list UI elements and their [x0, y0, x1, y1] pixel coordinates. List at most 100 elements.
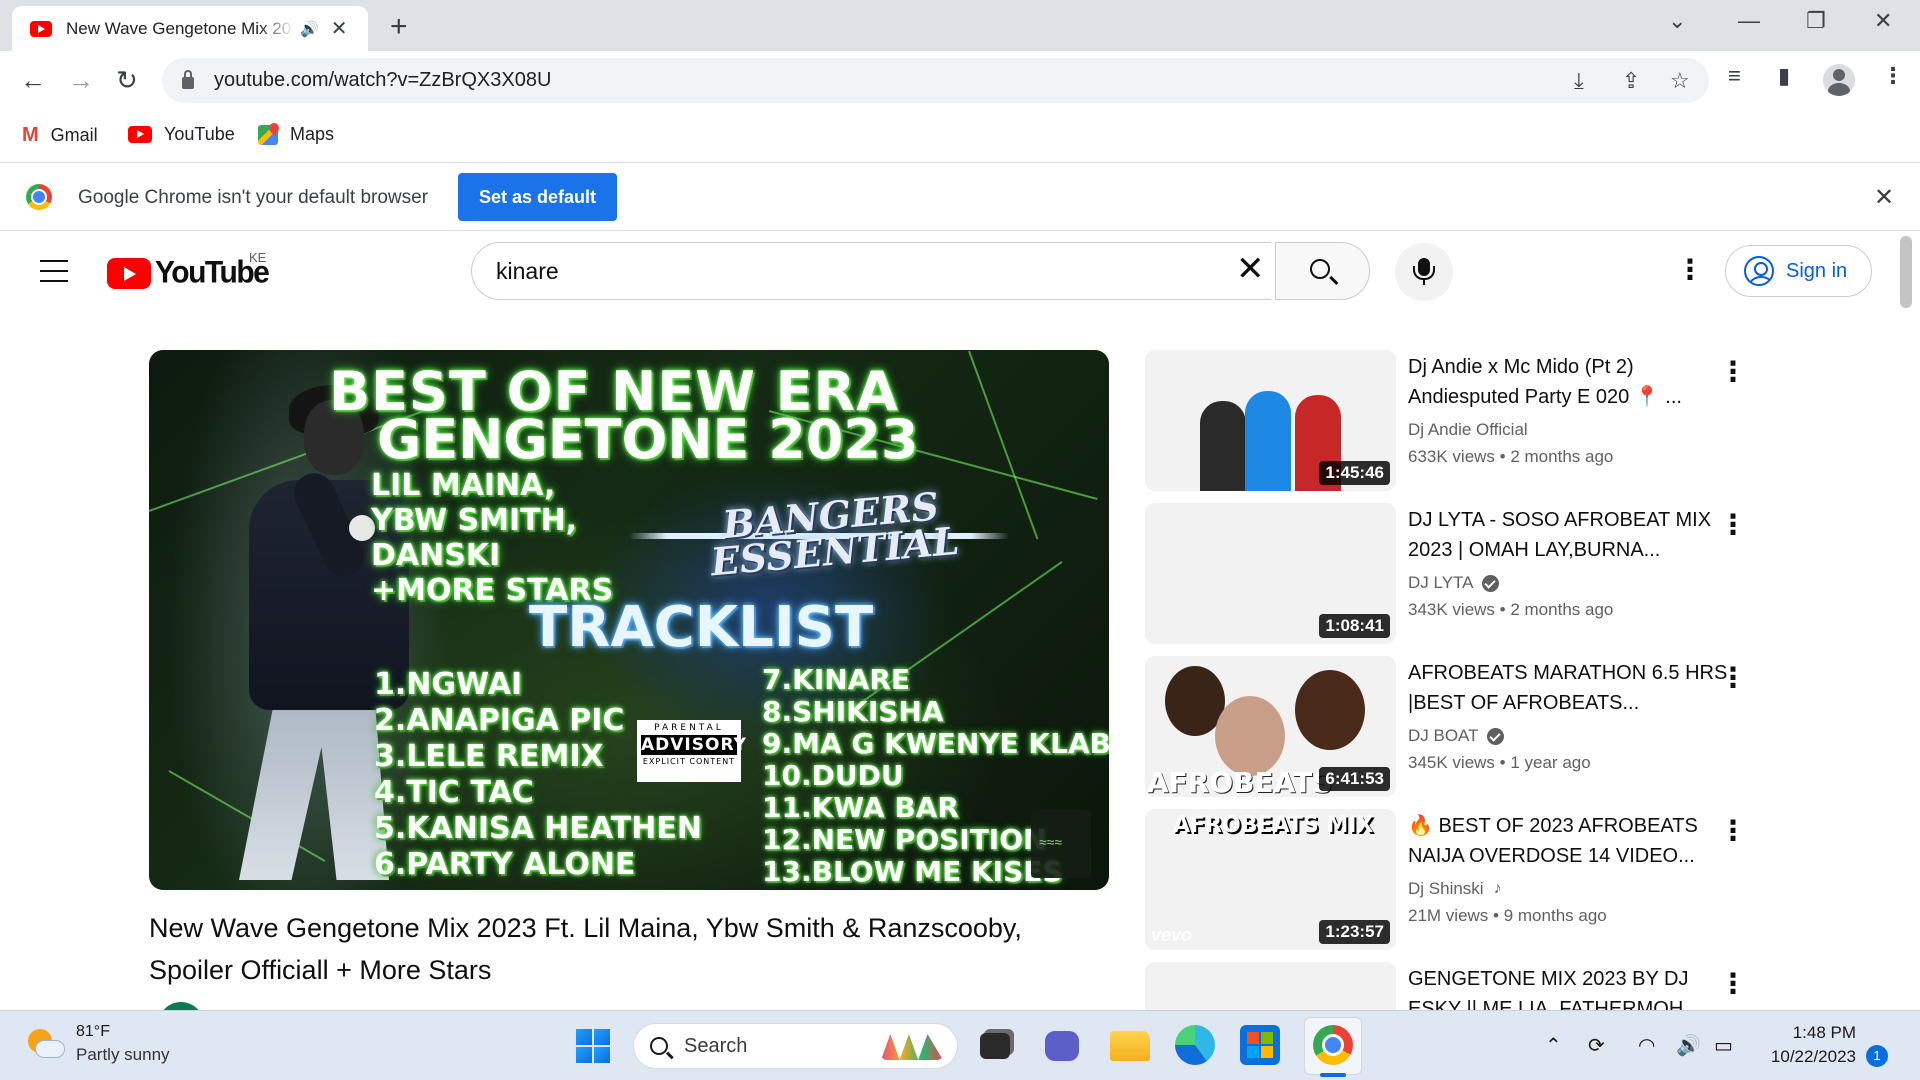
set-as-default-button[interactable]: Set as default — [458, 173, 617, 221]
taskbar-search[interactable]: Search — [633, 1023, 958, 1069]
task-view-icon[interactable] — [980, 1033, 1010, 1059]
channel-name[interactable]: DJ LYTA — [1408, 573, 1499, 593]
lock-icon[interactable] — [182, 69, 194, 89]
related-video-title[interactable]: AFROBEATS MARATHON 6.5 HRS |BEST OF AFRO… — [1408, 658, 1728, 718]
youtube-icon — [128, 126, 152, 143]
video-player[interactable]: BEST OF NEW ERA GENGETONE 2023 LIL MAINA… — [149, 350, 1109, 890]
video-menu-icon[interactable]: ⋮ — [1719, 970, 1747, 998]
edge-browser-icon[interactable] — [1175, 1025, 1215, 1065]
bookmark-maps[interactable]: Maps — [258, 124, 334, 145]
related-video-title[interactable]: 🔥 BEST OF 2023 AFROBEATS NAIJA OVERDOSE … — [1408, 811, 1728, 871]
search-icon — [1310, 259, 1330, 279]
youtube-play-logo-icon — [107, 257, 151, 289]
video-menu-icon[interactable]: ⋮ — [1719, 664, 1747, 692]
video-thumbnail[interactable]: AFROBEATS 6:41:53 — [1145, 656, 1396, 797]
clear-search-icon[interactable]: ✕ — [1236, 252, 1265, 286]
video-menu-icon[interactable]: ⋮ — [1719, 358, 1747, 386]
taskbar-search-placeholder: Search — [684, 1034, 748, 1057]
related-video[interactable]: 1:08:41 DJ LYTA - SOSO AFROBEAT MIX 2023… — [1145, 503, 1785, 644]
temperature[interactable]: 81°F — [76, 1023, 110, 1041]
profile-avatar-icon[interactable] — [1823, 64, 1855, 96]
wifi-icon[interactable]: ◠ — [1638, 1033, 1655, 1058]
thumbnail-text: AFROBEATS MIX — [1173, 813, 1374, 838]
youtube-favicon-icon — [30, 20, 52, 37]
related-video[interactable]: AFROBEATS 6:41:53 AFROBEATS MARATHON 6.5… — [1145, 656, 1785, 797]
browser-tab[interactable]: New Wave Gengetone Mix 2023 Ft. Lil Main… — [12, 6, 368, 51]
tracklist-item: 9.MA G KWENYE KLABU — [762, 727, 1109, 760]
related-video-title[interactable]: Dj Andie x Mc Mido (Pt 2) Andiesputed Pa… — [1408, 352, 1728, 412]
infobar-message: Google Chrome isn't your default browser — [78, 187, 429, 208]
show-hidden-icons-chevron-icon[interactable]: ⌃ — [1545, 1033, 1562, 1058]
active-app-indicator — [1320, 1073, 1346, 1077]
tab-strip: New Wave Gengetone Mix 2023 Ft. Lil Main… — [0, 0, 1920, 51]
video-menu-icon[interactable]: ⋮ — [1719, 817, 1747, 845]
back-button[interactable]: ← — [20, 65, 46, 96]
weather-description[interactable]: Partly sunny — [76, 1045, 170, 1065]
youtube-masthead: YouTube KE kinare ✕ ⋮ Sign in — [0, 232, 1920, 312]
channel-name[interactable]: Dj Shinski ♪ — [1408, 879, 1502, 899]
microsoft-store-icon[interactable] — [1240, 1025, 1280, 1065]
bangers-essential-logo: BANGERS ESSENTIAL — [708, 483, 961, 585]
tab-search-icon[interactable]: ⌄ — [1668, 8, 1686, 34]
partly-sunny-icon[interactable] — [28, 1029, 64, 1059]
search-button[interactable] — [1275, 242, 1370, 300]
channel-name[interactable]: Dj Andie Official — [1408, 420, 1528, 440]
teams-chat-icon[interactable] — [1045, 1031, 1079, 1061]
video-thumbnail[interactable]: 1:45:46 — [1145, 350, 1396, 491]
file-explorer-icon[interactable] — [1110, 1031, 1150, 1061]
chrome-menu-icon[interactable]: ⋮ — [1882, 63, 1904, 89]
url-text[interactable]: youtube.com/watch?v=ZzBrQX3X08U — [214, 69, 551, 92]
maps-icon — [258, 124, 278, 145]
forward-button[interactable]: → — [68, 65, 94, 96]
bookmark-star-icon[interactable]: ☆ — [1670, 68, 1690, 94]
video-title: New Wave Gengetone Mix 2023 Ft. Lil Main… — [149, 913, 1022, 985]
search-query[interactable]: kinare — [496, 258, 559, 285]
tracklist-item: 3.LELE REMIX — [374, 739, 604, 774]
minimize-button[interactable]: — — [1738, 8, 1760, 34]
parental-advisory-label: PARENTAL ADVISORY EXPLICIT CONTENT — [637, 720, 746, 782]
battery-icon[interactable]: ▭ — [1714, 1033, 1733, 1058]
close-tab-icon[interactable]: ✕ — [331, 16, 348, 41]
restore-button[interactable]: ❐ — [1806, 8, 1826, 34]
video-thumbnail[interactable]: AFROBEATS MIX vevo 1:23:57 — [1145, 809, 1396, 950]
video-menu-icon[interactable]: ⋮ — [1719, 511, 1747, 539]
start-button[interactable] — [576, 1029, 610, 1063]
related-video[interactable]: AFROBEATS MIX vevo 1:23:57 🔥 BEST OF 202… — [1145, 809, 1785, 950]
install-app-icon[interactable]: ⤓ — [1574, 68, 1584, 94]
search-input[interactable]: kinare — [471, 242, 1271, 300]
sync-icon[interactable]: ⟳ — [1588, 1033, 1605, 1058]
youtube-logo[interactable]: YouTube — [107, 255, 270, 290]
guide-menu-icon[interactable] — [40, 260, 68, 282]
sign-in-button[interactable]: Sign in — [1725, 245, 1872, 297]
channel-name[interactable]: DJ BOAT — [1408, 726, 1504, 746]
bookmark-youtube[interactable]: YouTube — [128, 124, 235, 145]
infobar-close-icon[interactable]: ✕ — [1874, 183, 1894, 212]
channel-watermark[interactable] — [1031, 810, 1091, 878]
video-thumbnail[interactable]: 1:08:41 — [1145, 503, 1396, 644]
voice-search-button[interactable] — [1395, 243, 1453, 301]
country-code: KE — [249, 250, 267, 265]
audio-playing-icon[interactable]: 🔊 — [300, 20, 319, 38]
close-window-button[interactable]: ✕ — [1874, 8, 1892, 34]
new-tab-button[interactable]: + — [390, 10, 408, 44]
share-icon[interactable]: ⇪ — [1622, 68, 1640, 94]
settings-menu-icon[interactable]: ⋮ — [1676, 256, 1704, 284]
media-queue-icon[interactable]: ≡ — [1728, 63, 1741, 89]
video-meta: 343K views • 2 months ago — [1408, 600, 1614, 619]
address-bar[interactable]: youtube.com/watch?v=ZzBrQX3X08U ⤓ ⇪ ☆ — [162, 58, 1709, 103]
notification-badge[interactable]: 1 — [1866, 1045, 1888, 1067]
video-duration: 6:41:53 — [1319, 767, 1390, 791]
tracklist-item: 11.KWA BAR — [762, 791, 959, 824]
chrome-icon[interactable] — [1313, 1025, 1353, 1065]
page-scrollbar[interactable] — [1900, 236, 1912, 308]
system-clock[interactable]: 1:48 PM 10/22/2023 — [1752, 1021, 1856, 1069]
reload-button[interactable]: ↻ — [116, 65, 138, 96]
side-panel-icon[interactable]: ▮ — [1778, 63, 1790, 89]
account-icon — [1744, 256, 1774, 286]
related-video[interactable]: 1:45:46 Dj Andie x Mc Mido (Pt 2) Andies… — [1145, 350, 1785, 491]
volume-icon[interactable]: 🔊 — [1676, 1033, 1701, 1058]
thumbnail-text: AFROBEATS — [1147, 766, 1333, 797]
related-video-title[interactable]: DJ LYTA - SOSO AFROBEAT MIX 2023 | OMAH … — [1408, 505, 1728, 565]
tracklist-item: 2.ANAPIGA PIC — [374, 703, 625, 738]
bookmark-gmail[interactable]: M Gmail — [22, 124, 98, 147]
